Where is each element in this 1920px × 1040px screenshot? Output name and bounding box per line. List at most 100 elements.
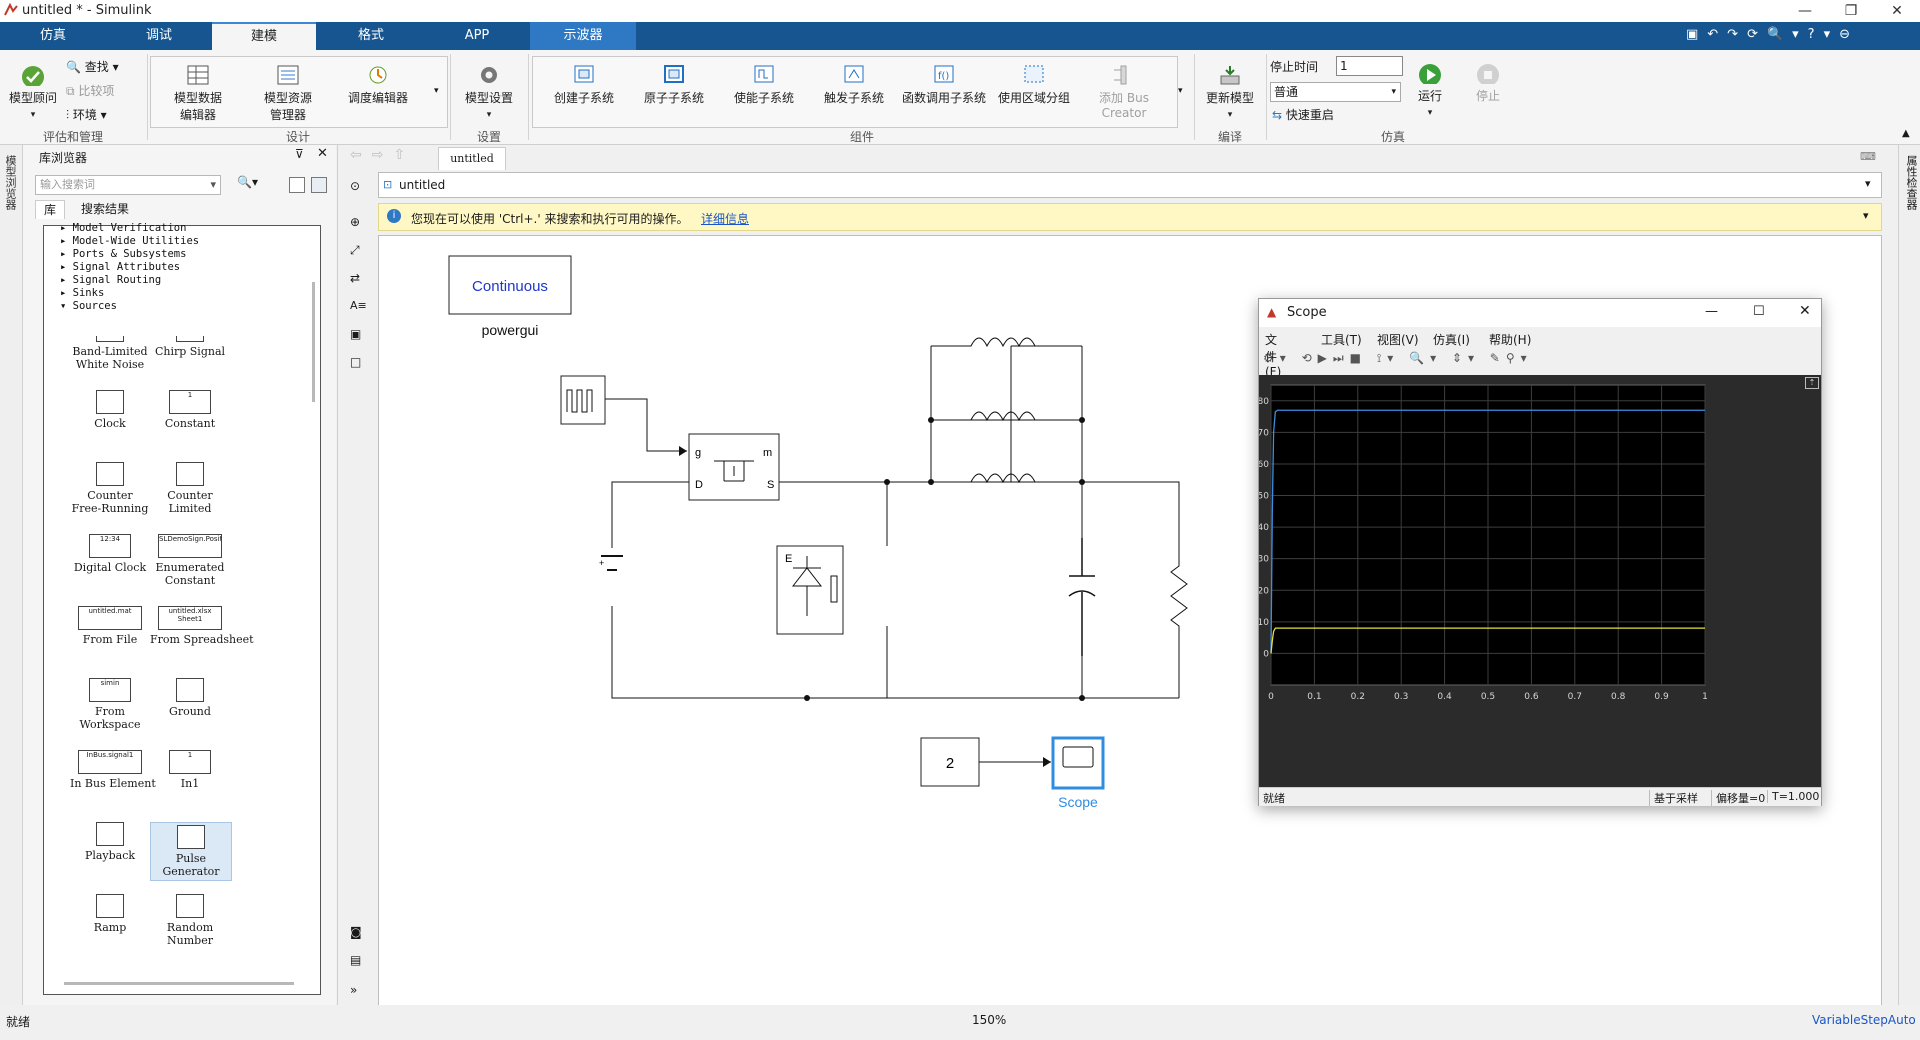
add-bus-creator-button[interactable]: 添加 Bus Creator: [1080, 64, 1168, 120]
image-icon[interactable]: ▣: [350, 327, 361, 341]
minimize-button[interactable]: —: [1705, 304, 1718, 319]
chevron-down-icon[interactable]: ▾: [1863, 209, 1869, 222]
library-block[interactable]: Ramp: [70, 894, 150, 934]
hide-browser-icon[interactable]: ⊙: [350, 179, 360, 193]
panel-menu-icon[interactable]: ⊽: [295, 147, 304, 161]
chevron-down-icon[interactable]: ▾: [1865, 177, 1871, 190]
solver-link[interactable]: VariableStepAuto: [1812, 1013, 1916, 1027]
library-tree-item[interactable]: ▾ Sources: [60, 300, 117, 312]
property-inspector-tab[interactable]: 属性检查器: [1903, 155, 1919, 210]
menu-tools[interactable]: 工具(T): [1321, 331, 1362, 348]
scope-toolbar[interactable]: ⚙▾ ⟲▶⏭■ ⟟▾ 🔍▾ ⇕▾ ✎⚲▾: [1263, 351, 1817, 371]
model-browser-strip[interactable]: 模型浏览器: [0, 145, 23, 1005]
model-explorer-button[interactable]: 模型资源 管理器: [250, 64, 326, 123]
stop-button[interactable]: 停止: [1464, 62, 1512, 104]
model-advisor-button[interactable]: 模型顾问 ▾: [6, 64, 60, 120]
library-block[interactable]: SLDemoSign.PositiveEnumerated Constant: [150, 534, 230, 587]
triggered-subsystem-button[interactable]: 触发子系统: [810, 64, 898, 106]
quick-access-toolbar[interactable]: ▣↶↷⟳🔍▾?▾⊖: [1686, 27, 1914, 45]
minimize-button[interactable]: —: [1782, 0, 1828, 22]
expand-arrow-icon[interactable]: ▾: [60, 300, 73, 312]
tab-scope[interactable]: 示波器: [530, 22, 636, 50]
scrollbar-horizontal[interactable]: [64, 982, 294, 985]
pulse-generator-block[interactable]: [560, 375, 606, 425]
library-block[interactable]: untitled.xlsx Sheet1 From Spreadsheet: [150, 606, 254, 646]
library-block[interactable]: Ground: [150, 678, 230, 718]
library-block[interactable]: Playback: [70, 822, 150, 862]
function-call-subsystem-button[interactable]: f() 函数调用子系统: [900, 64, 988, 106]
library-block[interactable]: 1 Constant: [150, 390, 230, 430]
library-block[interactable]: InBus.signal1 In Bus Element: [70, 750, 156, 790]
schedule-editor-button[interactable]: 调度编辑器: [340, 64, 416, 106]
area-group-button[interactable]: 使用区域分组: [990, 64, 1078, 106]
enabled-subsystem-button[interactable]: 使能子系统: [720, 64, 808, 106]
tab-format[interactable]: 格式: [318, 22, 424, 50]
close-button[interactable]: ✕: [1799, 303, 1811, 319]
expand-arrow-icon[interactable]: ▸: [60, 248, 73, 260]
environment-button[interactable]: ⫶ 环境 ▾: [66, 106, 107, 123]
library-block[interactable]: simin From Workspace: [70, 678, 150, 731]
tab-search-results[interactable]: 搜索结果: [81, 200, 129, 217]
simulation-mode-select[interactable]: 普通 ▾: [1270, 82, 1401, 102]
wire-network[interactable]: [611, 345, 1180, 699]
stop-time-input[interactable]: 1: [1336, 56, 1403, 76]
property-inspector-strip[interactable]: 属性检查器: [1898, 145, 1920, 1005]
expand-arrow-icon[interactable]: ▸: [60, 222, 73, 234]
chevron-down-icon[interactable]: ▾: [1178, 86, 1183, 96]
chevron-down-icon[interactable]: ▾: [434, 86, 439, 96]
update-model-button[interactable]: 更新模型 ▾: [1200, 64, 1260, 120]
scope-plot-area[interactable]: 0 0.1 0.2 0.3 0.4 0.5 0.6 0.7 0.8 0.9 1 0 10 20 30 40 50…: [1259, 375, 1821, 787]
zoom-level[interactable]: 150%: [972, 1013, 1006, 1027]
library-block[interactable]: Random Number: [150, 894, 230, 947]
library-search-input[interactable]: 输入搜索词 ▾: [35, 175, 221, 195]
zoom-icon[interactable]: ⊕: [350, 215, 360, 229]
model-data-editor-button[interactable]: 模型数据 编辑器: [160, 64, 236, 123]
restore-button[interactable]: ❐: [1828, 0, 1874, 22]
menu-simulation[interactable]: 仿真(I): [1433, 331, 1470, 348]
model-browser-tab[interactable]: 模型浏览器: [4, 155, 18, 225]
menu-view[interactable]: 视图(V): [1377, 331, 1419, 348]
library-tree-item[interactable]: ▸ Model-Wide Utilities: [60, 235, 199, 247]
library-tree-item[interactable]: ▸ Signal Routing: [60, 274, 161, 286]
keyboard-icon[interactable]: ⌨: [1860, 150, 1876, 163]
camera-icon[interactable]: ◙: [350, 925, 362, 939]
scrollbar-vertical[interactable]: [312, 282, 315, 402]
model-settings-button[interactable]: 模型设置 ▾: [458, 64, 520, 120]
tab-simulation[interactable]: 仿真: [0, 22, 106, 50]
atomic-subsystem-button[interactable]: 原子子系统: [630, 64, 718, 106]
grid-view-icon[interactable]: [311, 177, 327, 193]
expand-arrow-icon[interactable]: ▸: [60, 235, 73, 247]
close-panel-icon[interactable]: ✕: [317, 146, 328, 161]
tab-modeling[interactable]: 建模: [212, 22, 316, 50]
expand-arrow-icon[interactable]: ▸: [60, 287, 73, 299]
info-details-link[interactable]: 详细信息: [701, 210, 749, 227]
breadcrumb[interactable]: ⊡ untitled ▾: [378, 172, 1882, 198]
menu-help[interactable]: 帮助(H): [1489, 331, 1531, 348]
library-block[interactable]: Clock: [70, 390, 150, 430]
create-subsystem-button[interactable]: 创建子系统: [540, 64, 628, 106]
library-block[interactable]: Counter Free-Running: [70, 462, 150, 515]
close-button[interactable]: ✕: [1874, 0, 1920, 22]
library-block[interactable]: 12:34 Digital Clock: [70, 534, 150, 574]
signal-line[interactable]: [605, 398, 687, 452]
library-tree-item[interactable]: ▸ Ports & Subsystems: [60, 248, 186, 260]
find-button[interactable]: 🔍 查找 ▾: [66, 58, 119, 75]
property-icon[interactable]: ▤: [350, 953, 361, 967]
tab-apps[interactable]: APP: [424, 22, 530, 50]
annotation-icon[interactable]: A≡: [350, 299, 367, 312]
library-tree-item[interactable]: ▸ Model Verification: [60, 222, 186, 234]
library-block[interactable]: Band-Limited White Noise: [70, 336, 150, 371]
undock-icon[interactable]: ⇡: [1805, 377, 1819, 389]
search-options-button[interactable]: 🔍▾: [237, 175, 258, 189]
library-block[interactable]: Pulse Generator: [150, 822, 232, 881]
fit-view-icon[interactable]: ⤢: [350, 243, 360, 258]
library-tree-item[interactable]: ▸ Sinks: [60, 287, 104, 299]
arrow-icon[interactable]: ⇄: [350, 271, 360, 285]
nav-arrows[interactable]: ⇦⇨⇧: [350, 147, 415, 163]
expand-arrow-icon[interactable]: ▸: [60, 261, 73, 273]
tab-debug[interactable]: 调试: [106, 22, 212, 50]
library-block[interactable]: Counter Limited: [150, 462, 230, 515]
compare-button[interactable]: ⧉ 比较项: [66, 82, 114, 99]
library-block[interactable]: Chirp Signal: [150, 336, 230, 358]
tab-library[interactable]: 库: [35, 200, 65, 219]
